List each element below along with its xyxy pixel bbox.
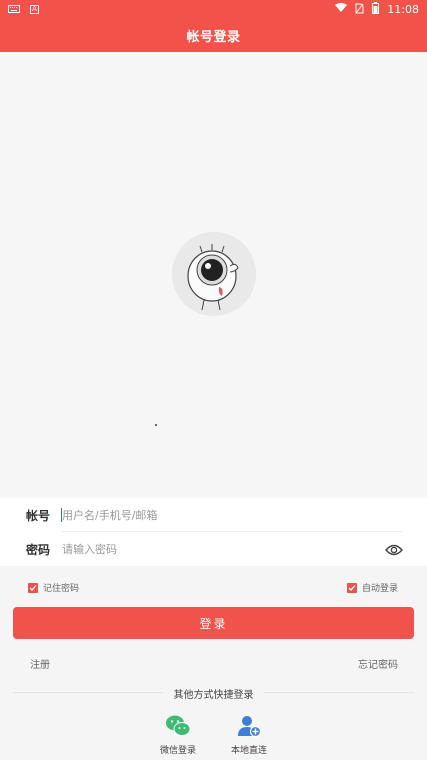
battery-icon <box>372 2 380 17</box>
register-link[interactable]: 注册 <box>30 656 50 671</box>
local-connect-button[interactable]: 本地直连 <box>219 713 279 756</box>
account-label: 帐号 <box>26 508 51 523</box>
app-logo <box>172 232 256 316</box>
page-title: 帐号登录 <box>0 18 427 52</box>
local-connect-label: 本地直连 <box>230 746 267 756</box>
status-bar: A 11:08 <box>0 0 427 18</box>
auto-login-checkbox[interactable]: 自动登录 <box>347 581 398 594</box>
password-label: 密码 <box>26 542 51 557</box>
login-options: 记住密码 自动登录 <box>0 578 427 596</box>
wechat-icon <box>165 713 191 739</box>
password-row: 密码 请输入密码 <box>0 532 427 566</box>
checkbox-checked-icon <box>347 582 357 593</box>
account-row: 帐号 用户名/手机号/邮箱 <box>0 498 427 532</box>
wechat-login-button[interactable]: 微信登录 <box>148 713 208 756</box>
password-input[interactable]: 请输入密码 <box>62 541 117 557</box>
clock-time: 11:08 <box>387 3 419 16</box>
keyboard-icon <box>8 3 20 16</box>
user-add-icon <box>236 713 262 739</box>
remember-password-checkbox[interactable]: 记住密码 <box>28 581 79 594</box>
login-button[interactable]: 登录 <box>13 607 414 639</box>
login-form: 帐号 用户名/手机号/邮箱 密码 请输入密码 <box>0 498 427 566</box>
wifi-icon <box>335 3 348 16</box>
decorative-dot <box>155 424 157 426</box>
other-methods-title: 其他方式快捷登录 <box>173 690 254 701</box>
notification-icon: A <box>30 5 39 14</box>
eye-icon[interactable] <box>385 542 403 556</box>
forgot-password-link[interactable]: 忘记密码 <box>358 656 398 671</box>
auto-login-label: 自动登录 <box>362 584 399 594</box>
checkbox-checked-icon <box>28 582 38 593</box>
wechat-login-label: 微信登录 <box>159 746 196 756</box>
no-sim-icon <box>355 3 364 17</box>
remember-password-label: 记住密码 <box>43 584 80 594</box>
account-input[interactable]: 用户名/手机号/邮箱 <box>62 507 157 523</box>
